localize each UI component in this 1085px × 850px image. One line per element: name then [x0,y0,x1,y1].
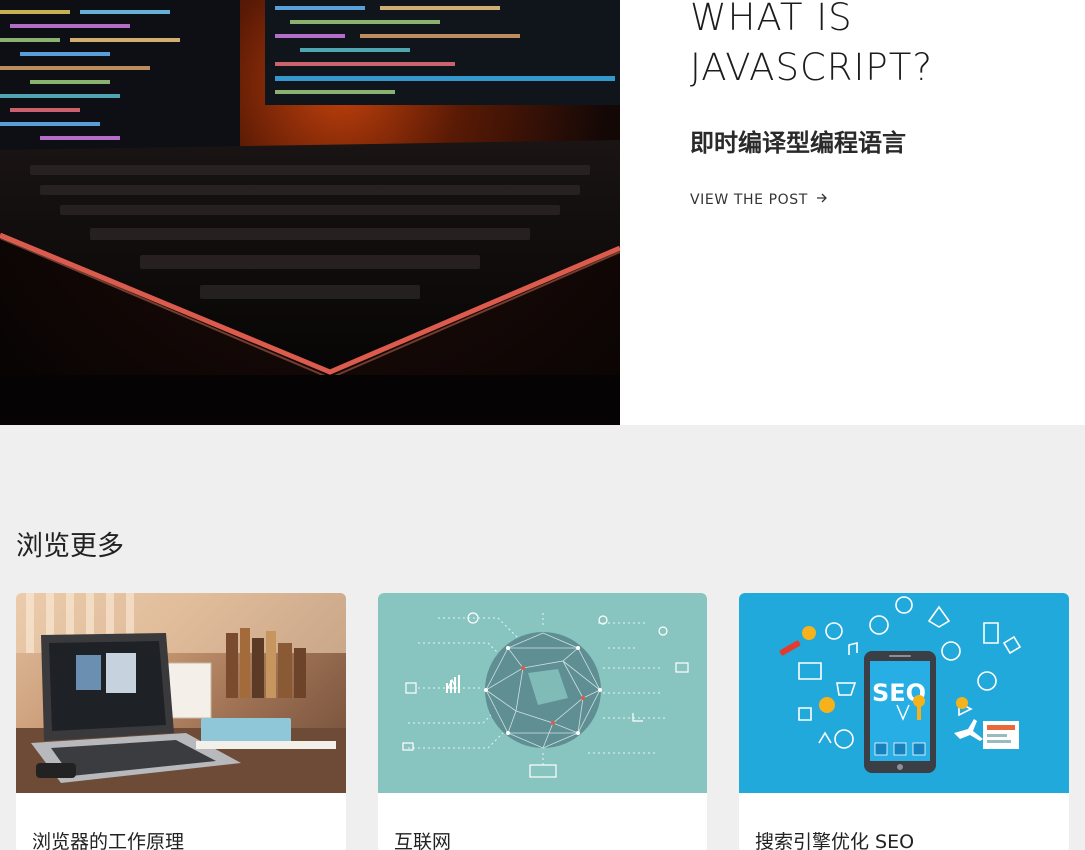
seo-phone-illustration: SEO [779,596,1022,773]
view-post-link[interactable]: VIEW THE POST [690,192,828,208]
post-card[interactable]: 浏览器的工作原理 [16,593,346,850]
card-image[interactable]: SEO [739,593,1069,793]
network-globe-illustration [402,612,689,778]
featured-post: WHAT IS JAVASCRIPT? 即时编译型编程语言 VIEW THE P… [0,0,1085,425]
arrow-right-icon [816,192,828,208]
view-post-label: VIEW THE POST [690,192,808,208]
card-image[interactable] [16,593,346,793]
hero-title: WHAT IS JAVASCRIPT? [690,0,1070,93]
hero-subtitle: 即时编译型编程语言 [690,129,906,157]
laptop-desk-photo [16,593,346,793]
hero-text: WHAT IS JAVASCRIPT? 即时编译型编程语言 VIEW THE P… [690,0,1070,208]
post-card[interactable]: SEO 搜索引擎优化 SEO [739,593,1069,850]
card-title[interactable]: 浏览器的工作原理 [32,827,184,850]
post-card-grid: 浏览器的工作原理 互联网 SEO 搜索引擎优化 SEO [16,593,1069,850]
post-card[interactable]: 互联网 [378,593,707,850]
hero-title-line-2: JAVASCRIPT? [690,46,933,89]
card-title[interactable]: 互联网 [394,827,451,850]
hero-title-line-1: WHAT IS [690,0,853,39]
browse-more-title: 浏览更多 [16,531,124,562]
card-title[interactable]: 搜索引擎优化 SEO [755,827,914,850]
card-image[interactable] [378,593,707,793]
hero-image[interactable] [0,0,620,425]
code-monitor-keyboard-photo [0,0,620,425]
